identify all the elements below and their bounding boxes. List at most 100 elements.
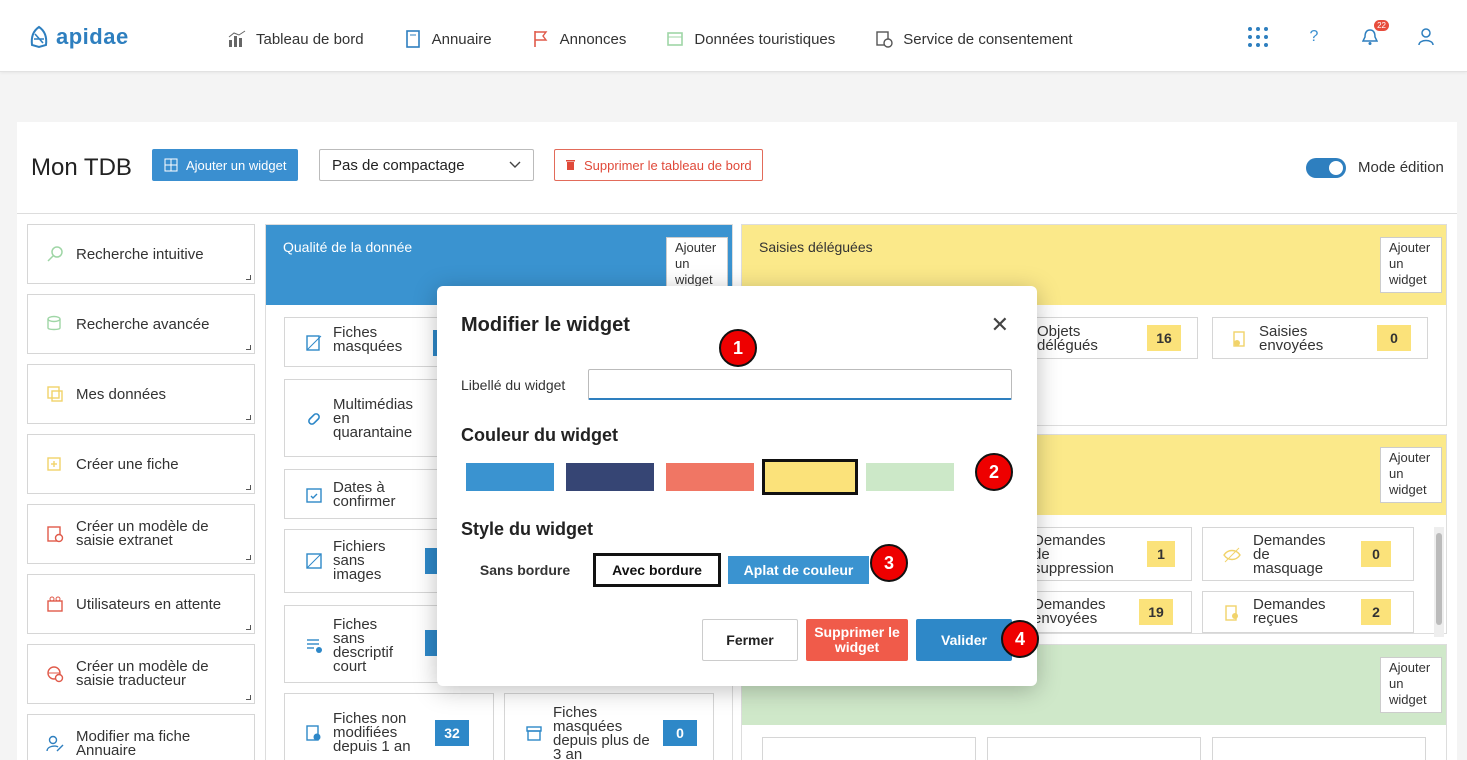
users-waiting-icon xyxy=(47,596,63,612)
nav-service-consentement[interactable]: Service de consentement xyxy=(875,30,1073,48)
resize-handle[interactable] xyxy=(246,695,251,700)
resize-handle[interactable] xyxy=(246,485,251,490)
notification-badge: 22 xyxy=(1374,20,1389,31)
color-swatch-blue[interactable] xyxy=(466,463,554,491)
item-label: Dates à confirmer xyxy=(333,479,396,510)
chevron-down-icon xyxy=(509,161,521,168)
quality-item-non-modifiees[interactable]: Fiches non modifiées depuis 1 an 32 xyxy=(284,693,494,760)
resize-handle[interactable] xyxy=(246,345,251,350)
validate-button[interactable]: Valider xyxy=(916,619,1012,661)
scrollbar[interactable] xyxy=(1434,527,1444,637)
flag-icon xyxy=(533,31,548,47)
item-count: 2 xyxy=(1361,599,1391,625)
sidebar-item-label: Créer un modèle de saisie traducteur xyxy=(76,658,209,689)
apidae-logo[interactable]: apidae xyxy=(28,24,129,50)
nav-annonces[interactable]: Annonces xyxy=(532,30,627,48)
user-icon[interactable] xyxy=(1415,26,1437,48)
step-marker-4: 4 xyxy=(1001,620,1039,658)
widget-add-button[interactable]: Ajouter un widget xyxy=(1380,237,1442,293)
database-icon xyxy=(667,32,684,46)
chart-icon xyxy=(228,30,246,47)
bell-icon[interactable]: 22 xyxy=(1359,20,1389,48)
hidden-file-icon xyxy=(306,335,322,351)
sidebar-item-mes-donnees[interactable]: Mes données xyxy=(27,364,255,424)
item-label: Multimédias en quarantaine xyxy=(333,396,414,441)
step-marker-3: 3 xyxy=(870,544,908,582)
nav-donnees-touristiques[interactable]: Données touristiques xyxy=(666,30,835,48)
close-icon[interactable]: ✕ xyxy=(991,312,1009,338)
item-label: Fichiers sans images xyxy=(333,538,386,583)
sidebar-item-modifier-fiche-annuaire[interactable]: Modifier ma fiche Annuaire xyxy=(27,714,255,760)
color-section-title: Couleur du widget xyxy=(461,425,618,445)
book-icon xyxy=(405,30,420,48)
apps-grid-icon[interactable] xyxy=(1247,26,1269,48)
top-navbar: apidae Tableau de bord Annuaire Annonces… xyxy=(0,0,1467,72)
item-count: 32 xyxy=(435,720,469,746)
sidebar-item-label: Créer un modèle de saisie extranet xyxy=(76,518,209,549)
edit-mode-label: Mode édition xyxy=(1358,159,1444,176)
sidebar-item-recherche-intuitive[interactable]: Recherche intuitive xyxy=(27,224,255,284)
style-aplat-couleur[interactable]: Aplat de couleur xyxy=(728,556,869,584)
resize-handle[interactable] xyxy=(246,415,251,420)
consent-icon xyxy=(876,31,893,48)
green-item[interactable] xyxy=(762,737,976,760)
item-label: Demandes envoyées xyxy=(1033,596,1106,627)
add-widget-label: Ajouter un widget xyxy=(186,157,287,173)
nav-label: Annonces xyxy=(559,30,627,48)
color-swatch-navy[interactable] xyxy=(566,463,654,491)
delete-dashboard-button[interactable]: Supprimer le tableau de bord xyxy=(554,149,763,181)
sidebar-item-creer-fiche[interactable]: Créer une fiche xyxy=(27,434,255,494)
resize-handle[interactable] xyxy=(246,555,251,560)
widget-add-button[interactable]: Ajouter un widget xyxy=(1380,447,1442,503)
eye-off-icon xyxy=(1223,547,1241,563)
help-icon[interactable]: ? xyxy=(1303,26,1325,48)
search-icon xyxy=(47,246,63,262)
modal-title: Modifier le widget xyxy=(461,314,630,336)
widget-label-input[interactable] xyxy=(588,369,1012,400)
item-label: Fiches masquées xyxy=(333,324,403,355)
apidae-logo-icon xyxy=(30,25,48,49)
grid-plus-icon xyxy=(164,158,178,172)
quality-item-masquees-3-ans[interactable]: Fiches masquées depuis plus de 3 an 0 xyxy=(504,693,714,760)
item-label: Fiches non modifiées depuis 1 an xyxy=(333,710,411,755)
nav-label: Annuaire xyxy=(431,30,492,48)
main-nav: Tableau de bord Annuaire Annonces Donnée… xyxy=(228,30,1113,48)
style-sans-bordure[interactable]: Sans bordure xyxy=(467,553,583,587)
no-image-icon xyxy=(306,553,322,569)
add-widget-button[interactable]: Ajouter un widget xyxy=(152,149,299,181)
edit-mode-toggle[interactable] xyxy=(1306,158,1346,178)
widget-label-field-label: Libellé du widget xyxy=(461,377,566,393)
trash-icon xyxy=(566,160,575,170)
request-item-recues[interactable]: Demandes reçues 2 xyxy=(1202,591,1414,633)
sidebar-item-utilisateurs-attente[interactable]: Utilisateurs en attente xyxy=(27,574,255,634)
sidebar-item-modele-extranet[interactable]: Créer un modèle de saisie extranet xyxy=(27,504,255,564)
widget-add-button[interactable]: Ajouter un widget xyxy=(1380,657,1442,713)
delete-widget-button[interactable]: Supprimer le widget xyxy=(806,619,908,661)
widget-title: Saisies déléguées xyxy=(759,239,873,255)
color-swatch-coral[interactable] xyxy=(666,463,754,491)
color-swatch-yellow[interactable] xyxy=(762,459,858,495)
item-label: Demandes reçues xyxy=(1253,596,1326,627)
color-swatch-green[interactable] xyxy=(866,463,954,491)
widget-add-button[interactable]: Ajouter un widget xyxy=(666,237,728,293)
close-button[interactable]: Fermer xyxy=(702,619,798,661)
item-label: Objets délégués xyxy=(1037,323,1098,354)
delegated-item-saisies-envoyees[interactable]: Saisies envoyées 0 xyxy=(1212,317,1428,359)
item-label: Fiches sans descriptif court xyxy=(333,616,394,675)
style-avec-bordure[interactable]: Avec bordure xyxy=(593,553,721,587)
request-item-masquage[interactable]: Demandes de masquage 0 xyxy=(1202,527,1414,581)
green-item[interactable] xyxy=(987,737,1201,760)
translate-icon xyxy=(47,666,64,683)
nav-annuaire[interactable]: Annuaire xyxy=(404,30,492,48)
resize-handle[interactable] xyxy=(246,625,251,630)
green-item[interactable] xyxy=(1212,737,1426,760)
nav-tableau-de-bord[interactable]: Tableau de bord xyxy=(228,30,364,48)
delete-dashboard-label: Supprimer le tableau de bord xyxy=(584,157,752,173)
widget-title: Qualité de la donnée xyxy=(283,239,413,255)
sidebar-item-modele-traducteur[interactable]: Créer un modèle de saisie traducteur xyxy=(27,644,255,704)
item-label: Demandes de suppression xyxy=(1033,532,1114,577)
sidebar-item-recherche-avancee[interactable]: Recherche avancée xyxy=(27,294,255,354)
resize-handle[interactable] xyxy=(246,275,251,280)
item-count: 16 xyxy=(1147,325,1181,351)
compact-select[interactable]: Pas de compactage xyxy=(319,149,534,181)
